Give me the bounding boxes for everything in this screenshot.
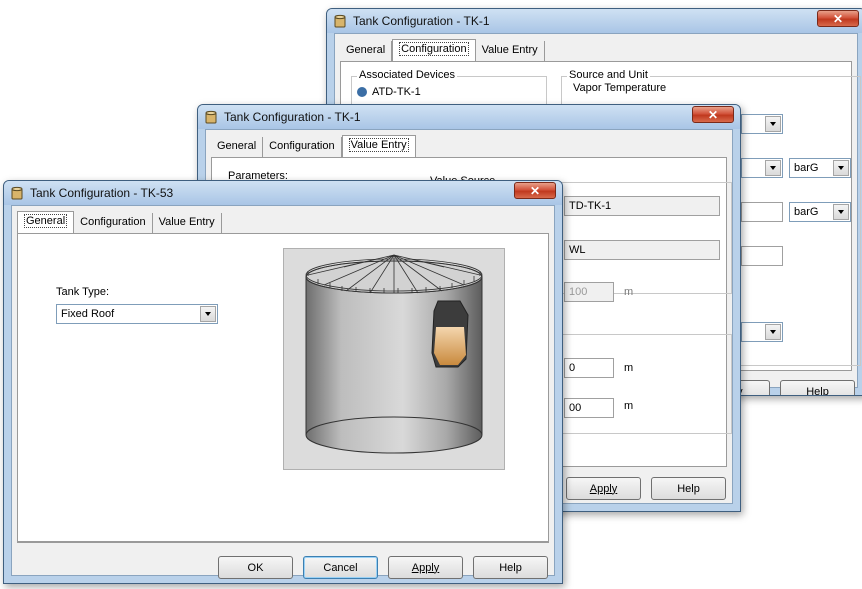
tank-icon [333,14,347,28]
title-bar[interactable]: Tank Configuration - TK-1 ✕ [327,9,862,33]
help-button[interactable]: Help [780,380,855,395]
value-input-1[interactable]: 0 [564,358,614,378]
unit-label-m3: m [624,400,634,412]
chevron-down-icon [765,116,781,132]
value-field-2[interactable] [741,246,783,266]
lower-combo[interactable] [741,322,783,342]
unit-label-m1: m [624,286,634,298]
tab-general[interactable]: General [340,41,393,61]
tank-illustration [283,248,505,470]
chevron-down-icon [765,324,781,340]
close-icon: ✕ [832,11,844,26]
unit-combo-1[interactable]: barG [789,158,851,178]
tab-configuration[interactable]: Configuration [263,137,342,157]
value-input-2[interactable]: 00 [564,398,614,418]
dialog-tank-config-tk53: Tank Configuration - TK-53 ✕ General Con… [3,180,563,584]
close-button[interactable]: ✕ [514,182,556,199]
window-title: Tank Configuration - TK-1 [224,110,361,124]
close-button[interactable]: ✕ [817,10,859,27]
tank-type-label: Tank Type: [56,286,109,298]
source-unit-label: Source and Unit [567,69,650,81]
fixed-roof-tank-image [305,254,483,454]
apply-button[interactable]: Apply [566,477,641,500]
help-button[interactable]: Help [473,556,548,579]
window-title: Tank Configuration - TK-53 [30,186,174,200]
tab-configuration[interactable]: Configuration [392,39,476,62]
tab-strip: General Configuration Value Entry [340,38,545,62]
close-button[interactable]: ✕ [692,106,734,123]
tank-icon [10,186,24,200]
vapor-temp-combo[interactable] [741,114,783,134]
value-field-1[interactable] [741,202,783,222]
readonly-value-field: 100 [564,282,614,302]
client-area: General Configuration Value Entry Tank T… [11,205,555,579]
chevron-down-icon [200,306,216,322]
chevron-down-icon [833,204,849,220]
device-icon [357,87,367,97]
associated-devices-label: Associated Devices [357,69,457,81]
vapor-temperature-label: Vapor Temperature [573,82,667,94]
button-row: OK Cancel Apply Help [218,556,548,579]
unit-label-m2: m [624,362,634,374]
tab-strip: General Configuration Value Entry [211,134,416,158]
tab-general[interactable]: General [211,137,264,157]
ok-button[interactable]: OK [218,556,293,579]
window-title: Tank Configuration - TK-1 [353,14,490,28]
tab-strip: General Configuration Value Entry [17,210,222,234]
button-row: Apply Help [566,477,726,500]
tab-value-entry[interactable]: Value Entry [341,135,416,158]
apply-button[interactable]: Apply [388,556,463,579]
tab-value-entry[interactable]: Value Entry [153,213,222,233]
chevron-down-icon [765,160,781,176]
tab-value-entry[interactable]: Value Entry [476,41,545,61]
pressure-source-combo[interactable] [741,158,783,178]
cancel-button[interactable]: Cancel [303,556,378,579]
divider [18,541,548,542]
tab-general[interactable]: General [17,211,75,234]
source-value-field: TD-TK-1 [564,196,720,216]
title-bar[interactable]: Tank Configuration - TK-1 ✕ [198,105,740,129]
unit-combo-2[interactable]: barG [789,202,851,222]
tab-pane: Tank Type: Fixed Roof [17,233,549,543]
tank-type-select[interactable]: Fixed Roof [56,304,218,324]
tab-configuration[interactable]: Configuration [74,213,153,233]
title-bar[interactable]: Tank Configuration - TK-53 ✕ [4,181,562,205]
help-button[interactable]: Help [651,477,726,500]
tank-icon [204,110,218,124]
type-value-field: WL [564,240,720,260]
close-icon: ✕ [707,107,719,122]
device-list-item[interactable]: ATD-TK-1 [357,86,421,98]
close-icon: ✕ [529,183,541,198]
chevron-down-icon [833,160,849,176]
